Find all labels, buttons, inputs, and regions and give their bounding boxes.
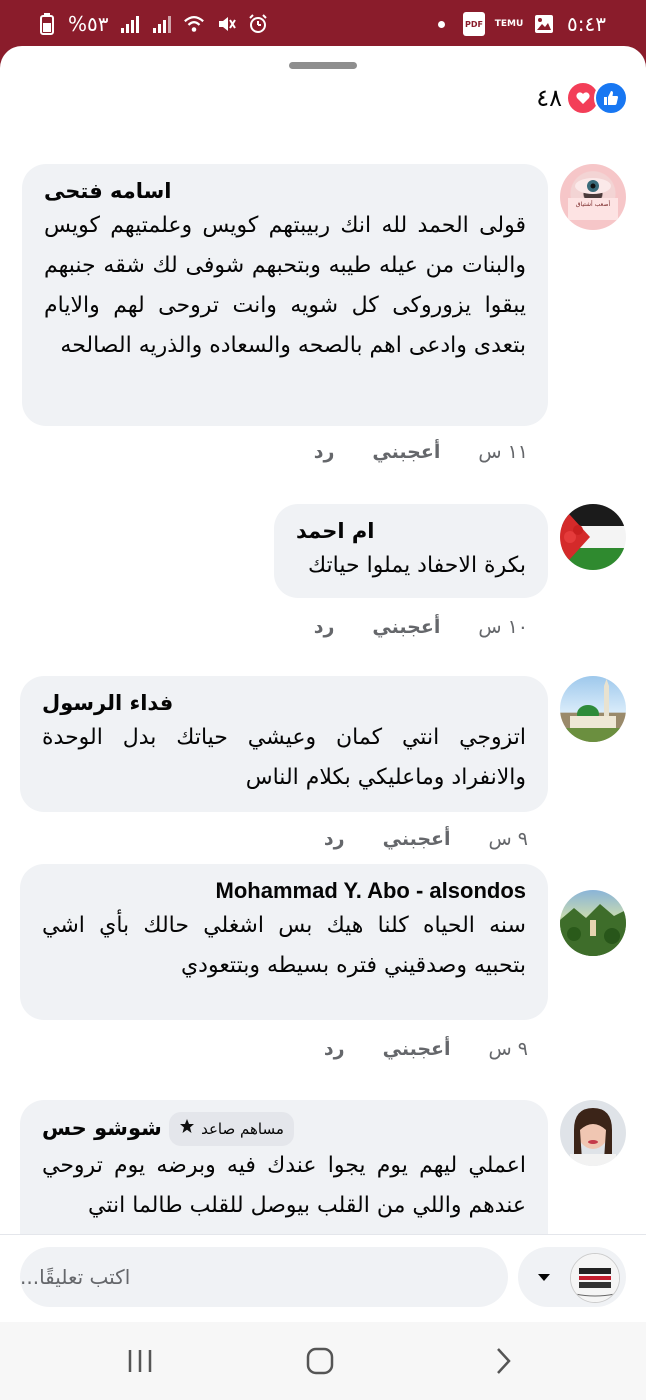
comment-time: ٩ س [488,1038,528,1060]
status-bar: %٥٣ PDF TEMU ٥:٤٣ [0,0,646,52]
comment-composer: اكتب تعليقًا... [0,1234,646,1323]
back-button[interactable] [482,1344,522,1378]
comment-text: اعملي ليهم يوم يجوا عندك فيه وبرضه يوم ت… [42,1153,526,1218]
comment-actions: ٩ س أعجبني رد [324,1038,528,1060]
reply-button[interactable]: رد [324,828,345,850]
reply-button[interactable]: رد [314,616,335,638]
battery-icon [36,13,58,35]
badge-label: مساهم صاعد [201,1120,284,1138]
avatar[interactable]: أصعب أشتياق [560,164,626,230]
avatar[interactable] [560,676,626,742]
reaction-count: ٤٨ [536,84,562,112]
notification-dot [438,20,446,28]
comment-author[interactable]: ام احمد [296,516,526,546]
star-icon [179,1114,195,1144]
status-right: PDF TEMU ٥:٤٣ [438,12,606,36]
comment-author[interactable]: فداء الرسول [42,688,526,718]
comment-actions: ١١ س أعجبني رد [314,441,528,463]
comment-text: اتزوجي انتي كمان وعيشي حياتك بدل الوحدة … [42,725,526,790]
home-button[interactable] [300,1344,340,1378]
pdf-label: PDF [465,19,484,29]
reply-button[interactable]: رد [314,441,335,463]
chevron-down-icon [536,1269,552,1289]
profile-avatar [570,1253,620,1303]
battery-percent: %٥٣ [68,12,109,36]
avatar[interactable] [560,1100,626,1166]
comment-actions: ٩ س أعجبني رد [324,828,528,850]
comment-placeholder: اكتب تعليقًا... [20,1265,131,1289]
temu-icon: TEMU [494,13,524,35]
avatar[interactable] [560,890,626,956]
status-left: %٥٣ [36,12,269,36]
comment-bubble[interactable]: فداء الرسول اتزوجي انتي كمان وعيشي حياتك… [20,676,548,812]
gallery-icon [533,13,555,35]
avatar[interactable] [560,504,626,570]
comment-author-row: شوشو حس مساهم صاعد [42,1112,526,1146]
comment-text: بكرة الاحفاد يملوا حياتك [307,553,526,578]
comment-input[interactable]: اكتب تعليقًا... [20,1247,508,1307]
comment-author[interactable]: اسامه فتحى [44,176,526,206]
comment-time: ٩ س [488,828,528,850]
system-nav-bar [0,1322,646,1400]
comment-time: ١٠ س [478,616,528,638]
wifi-icon [183,13,205,35]
temu-label: TEMU [494,18,524,29]
comment-bubble[interactable]: ام احمد بكرة الاحفاد يملوا حياتك [274,504,548,598]
mute-icon [215,13,237,35]
comment-author[interactable]: Mohammad Y. Abo - alsondos [42,876,526,906]
profile-switcher[interactable] [518,1247,626,1307]
comments-sheet: ٤٨ أصعب أشتياق اسامه فتحى قولى الحمد لله… [0,46,646,1400]
comment-bubble[interactable]: Mohammad Y. Abo - alsondos سنه الحياه كل… [20,864,548,1020]
comment-actions: ١٠ س أعجبني رد [314,616,528,638]
like-button[interactable]: أعجبني [372,441,440,463]
drag-handle[interactable] [289,62,357,69]
comment-time: ١١ س [478,441,528,463]
comment-bubble[interactable]: اسامه فتحى قولى الحمد لله انك ربيبتهم كو… [22,164,548,426]
svg-text:أصعب أشتياق: أصعب أشتياق [576,200,611,208]
like-button[interactable]: أعجبني [372,616,440,638]
like-button[interactable]: أعجبني [383,828,451,850]
comment-text: سنه الحياه كلنا هيك بس اشغلي حالك بأي اش… [42,913,526,978]
alarm-icon [247,13,269,35]
like-reaction-icon [594,81,628,115]
rising-contributor-badge[interactable]: مساهم صاعد [169,1112,294,1146]
reply-button[interactable]: رد [324,1038,345,1060]
comment-text: قولى الحمد لله انك ربيبتهم كويس وعلمتيهم… [44,213,526,358]
pdf-icon: PDF [463,12,486,36]
like-button[interactable]: أعجبني [383,1038,451,1060]
signal-icon [119,13,141,35]
signal-icon [151,13,173,35]
reactions-summary[interactable]: ٤٨ [536,81,628,115]
comment-author[interactable]: شوشو حس [42,1116,162,1140]
clock: ٥:٤٣ [567,12,606,36]
recent-apps-button[interactable] [120,1344,160,1378]
